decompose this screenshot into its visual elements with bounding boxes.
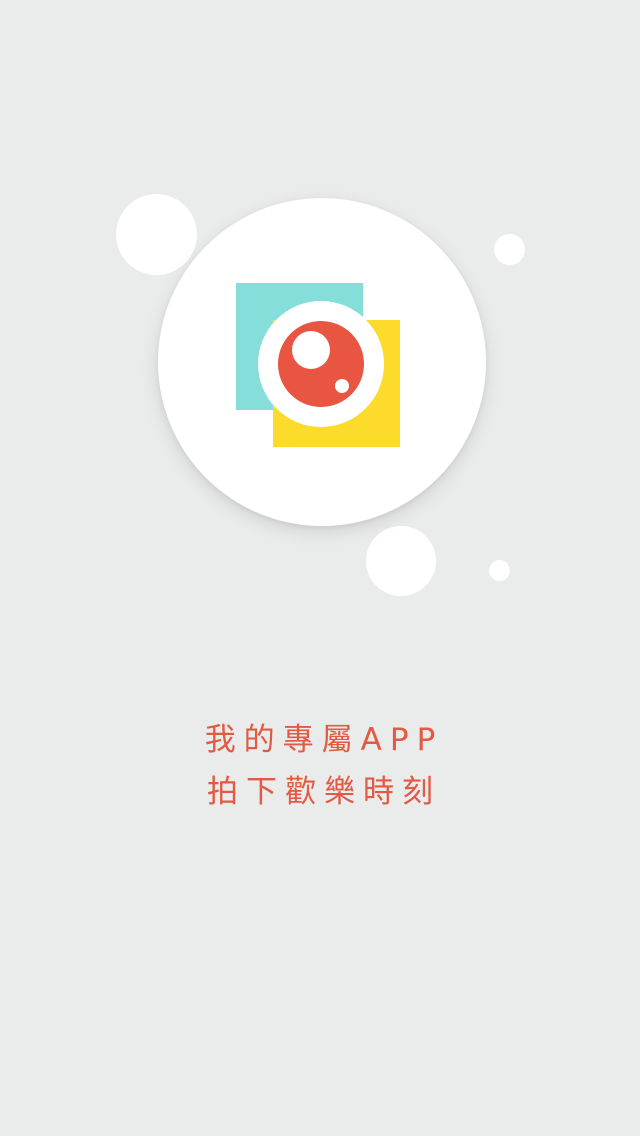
decorative-bubble: [489, 560, 510, 581]
decorative-bubble: [366, 526, 436, 596]
splash-screen: 我的專屬APP 拍下歡樂時刻: [0, 0, 640, 1136]
tagline-line-1: 我的專屬APP: [204, 722, 444, 758]
tagline-line-2: 拍下歡樂時刻: [207, 774, 441, 810]
decorative-bubble: [116, 194, 197, 275]
lens-glint-large: [292, 331, 330, 369]
lens-glint-small: [335, 379, 349, 393]
decorative-bubble: [494, 234, 525, 265]
